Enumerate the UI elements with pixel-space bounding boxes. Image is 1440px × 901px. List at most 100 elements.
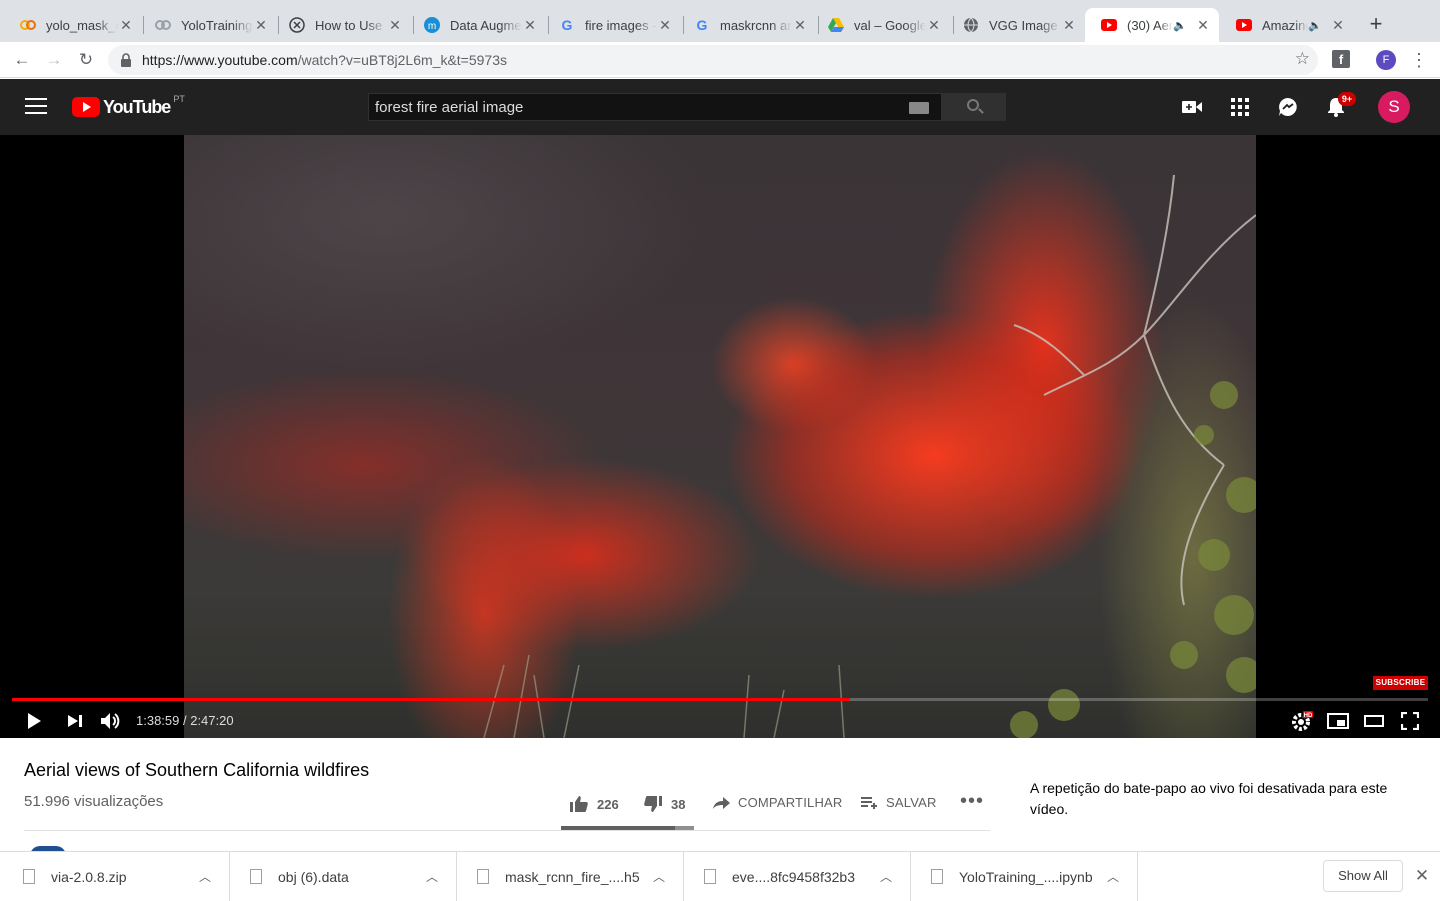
globe-icon (963, 17, 979, 33)
search-input[interactable]: forest fire aerial image (368, 93, 942, 121)
file-icon (477, 869, 489, 884)
zip-file-icon (23, 869, 35, 884)
browser-tab[interactable]: How to Use ✕ (273, 8, 411, 42)
notification-count-badge: 9+ (1338, 92, 1356, 106)
messages-icon[interactable] (1276, 95, 1300, 119)
tab-title: fire images - (585, 17, 657, 33)
chevron-up-icon[interactable]: ︿ (199, 868, 213, 885)
facebook-extension-icon[interactable]: f (1332, 50, 1350, 68)
svg-text:G: G (562, 17, 573, 33)
browser-tab-active[interactable]: (30) Aer 🔈 ✕ (1085, 8, 1219, 42)
download-item[interactable]: obj (6).data ︿ (230, 852, 457, 901)
google-icon: G (559, 17, 575, 33)
svg-text:G: G (697, 17, 708, 33)
browser-tab[interactable]: G fire images - ✕ (543, 8, 681, 42)
close-tab-icon[interactable]: ✕ (926, 17, 942, 33)
download-item[interactable]: eve....8fc9458f32b3 ︿ (684, 852, 911, 901)
close-download-shelf-icon[interactable]: ✕ (1412, 866, 1432, 886)
download-filename: mask_rcnn_fire_....h5 (505, 868, 640, 885)
chevron-up-icon[interactable]: ︿ (653, 868, 667, 885)
browser-profile-avatar[interactable]: F (1376, 50, 1396, 70)
reload-button[interactable]: ↻ (74, 48, 98, 72)
forward-button[interactable]: → (42, 48, 66, 72)
browser-tab[interactable]: m Data Augme ✕ (408, 8, 546, 42)
file-icon (931, 869, 943, 884)
apps-grid-icon[interactable] (1228, 95, 1252, 119)
close-tab-icon[interactable]: ✕ (387, 17, 403, 33)
browser-tab[interactable]: YoloTraining ✕ (139, 8, 277, 42)
play-button[interactable] (22, 709, 46, 733)
video-player[interactable]: SUBSCRIBE 1:38:59 / 2:47:20 HD (0, 135, 1440, 738)
close-tab-icon[interactable]: ✕ (253, 17, 269, 33)
keyboard-icon[interactable] (909, 102, 929, 114)
download-item[interactable]: via-2.0.8.zip ︿ (3, 852, 230, 901)
save-button[interactable]: SALVAR (860, 795, 937, 810)
chevron-up-icon[interactable]: ︿ (1107, 868, 1121, 885)
close-tab-icon[interactable]: ✕ (792, 17, 808, 33)
menu-icon[interactable] (25, 98, 47, 116)
share-arrow-icon (713, 796, 730, 809)
show-all-downloads-button[interactable]: Show All (1323, 860, 1403, 892)
download-item[interactable]: mask_rcnn_fire_....h5 ︿ (457, 852, 684, 901)
url-path: /watch?v=uBT8j2L6m_k&t=5973s (297, 52, 507, 68)
close-tab-icon[interactable]: ✕ (1195, 17, 1211, 33)
like-button[interactable]: 226 (569, 795, 619, 813)
bookmark-star-icon[interactable]: ☆ (1295, 49, 1310, 69)
dislike-count: 38 (671, 796, 686, 812)
close-tab-icon[interactable]: ✕ (1061, 17, 1077, 33)
volume-icon[interactable] (99, 709, 123, 733)
browser-tab[interactable]: VGG Image / ✕ (947, 8, 1085, 42)
create-video-icon[interactable] (1180, 95, 1204, 119)
region-code: PT (173, 94, 185, 104)
youtube-logo[interactable]: YouTube PT (72, 94, 185, 117)
browser-tab[interactable]: Amazing 🔈 ✕ (1220, 8, 1354, 42)
chevron-up-icon[interactable]: ︿ (880, 868, 894, 885)
time-display: 1:38:59 / 2:47:20 (136, 713, 234, 728)
logo-text: YouTube (103, 96, 171, 117)
search-button[interactable] (942, 93, 1006, 121)
next-button[interactable] (63, 709, 87, 733)
dislike-button[interactable]: 38 (643, 795, 685, 813)
download-item[interactable]: YoloTraining_....ipynb ︿ (911, 852, 1138, 901)
miniplayer-icon[interactable] (1326, 709, 1350, 733)
share-button[interactable]: COMPARTILHAR (712, 795, 843, 810)
browser-menu-icon[interactable]: ⋮ (1410, 48, 1428, 72)
close-tab-icon[interactable]: ✕ (1330, 17, 1346, 33)
chevron-up-icon[interactable]: ︿ (426, 868, 440, 885)
colab-icon (155, 17, 171, 33)
close-tab-icon[interactable]: ✕ (522, 17, 538, 33)
account-avatar[interactable]: S (1378, 91, 1410, 123)
back-button[interactable]: ← (10, 48, 34, 72)
tab-title: val – Google (854, 17, 926, 33)
speaker-icon[interactable]: 🔈 (1173, 19, 1187, 32)
hd-badge: HD (1304, 713, 1313, 719)
tab-title: Data Augme (450, 17, 522, 33)
close-tab-icon[interactable]: ✕ (118, 17, 134, 33)
download-filename: obj (6).data (278, 868, 349, 885)
like-count: 226 (597, 796, 619, 812)
share-label: COMPARTILHAR (738, 795, 843, 810)
browser-tab[interactable]: G maskrcnn ar ✕ (678, 8, 816, 42)
speaker-icon[interactable]: 🔈 (1308, 19, 1322, 32)
tab-title: (30) Aer (1127, 17, 1174, 33)
video-title: Aerial views of Southern California wild… (24, 760, 370, 780)
thumbs-down-icon (644, 796, 662, 812)
theater-mode-icon[interactable] (1362, 709, 1386, 733)
fullscreen-icon[interactable] (1398, 709, 1422, 733)
new-tab-button[interactable]: + (1362, 10, 1390, 38)
subscribe-watermark[interactable]: SUBSCRIBE (1373, 676, 1428, 690)
svg-text:m: m (428, 21, 436, 32)
close-tab-icon[interactable]: ✕ (657, 17, 673, 33)
url-host: https://www.youtube.com (142, 52, 298, 68)
file-icon (250, 869, 262, 884)
browser-tab[interactable]: val – Google ✕ (812, 8, 950, 42)
more-actions-icon[interactable]: ••• (960, 790, 984, 813)
google-drive-icon (828, 17, 844, 33)
tab-title: Amazing (1262, 17, 1309, 33)
browser-tab[interactable]: yolo_mask_c ✕ (4, 8, 142, 42)
video-frame[interactable] (184, 135, 1256, 738)
progress-bar[interactable] (12, 698, 1428, 701)
settings-gear-icon[interactable]: HD (1290, 709, 1314, 733)
address-bar[interactable]: https://www.youtube.com/watch?v=uBT8j2L6… (108, 45, 1318, 75)
download-filename: eve....8fc9458f32b3 (732, 868, 855, 885)
